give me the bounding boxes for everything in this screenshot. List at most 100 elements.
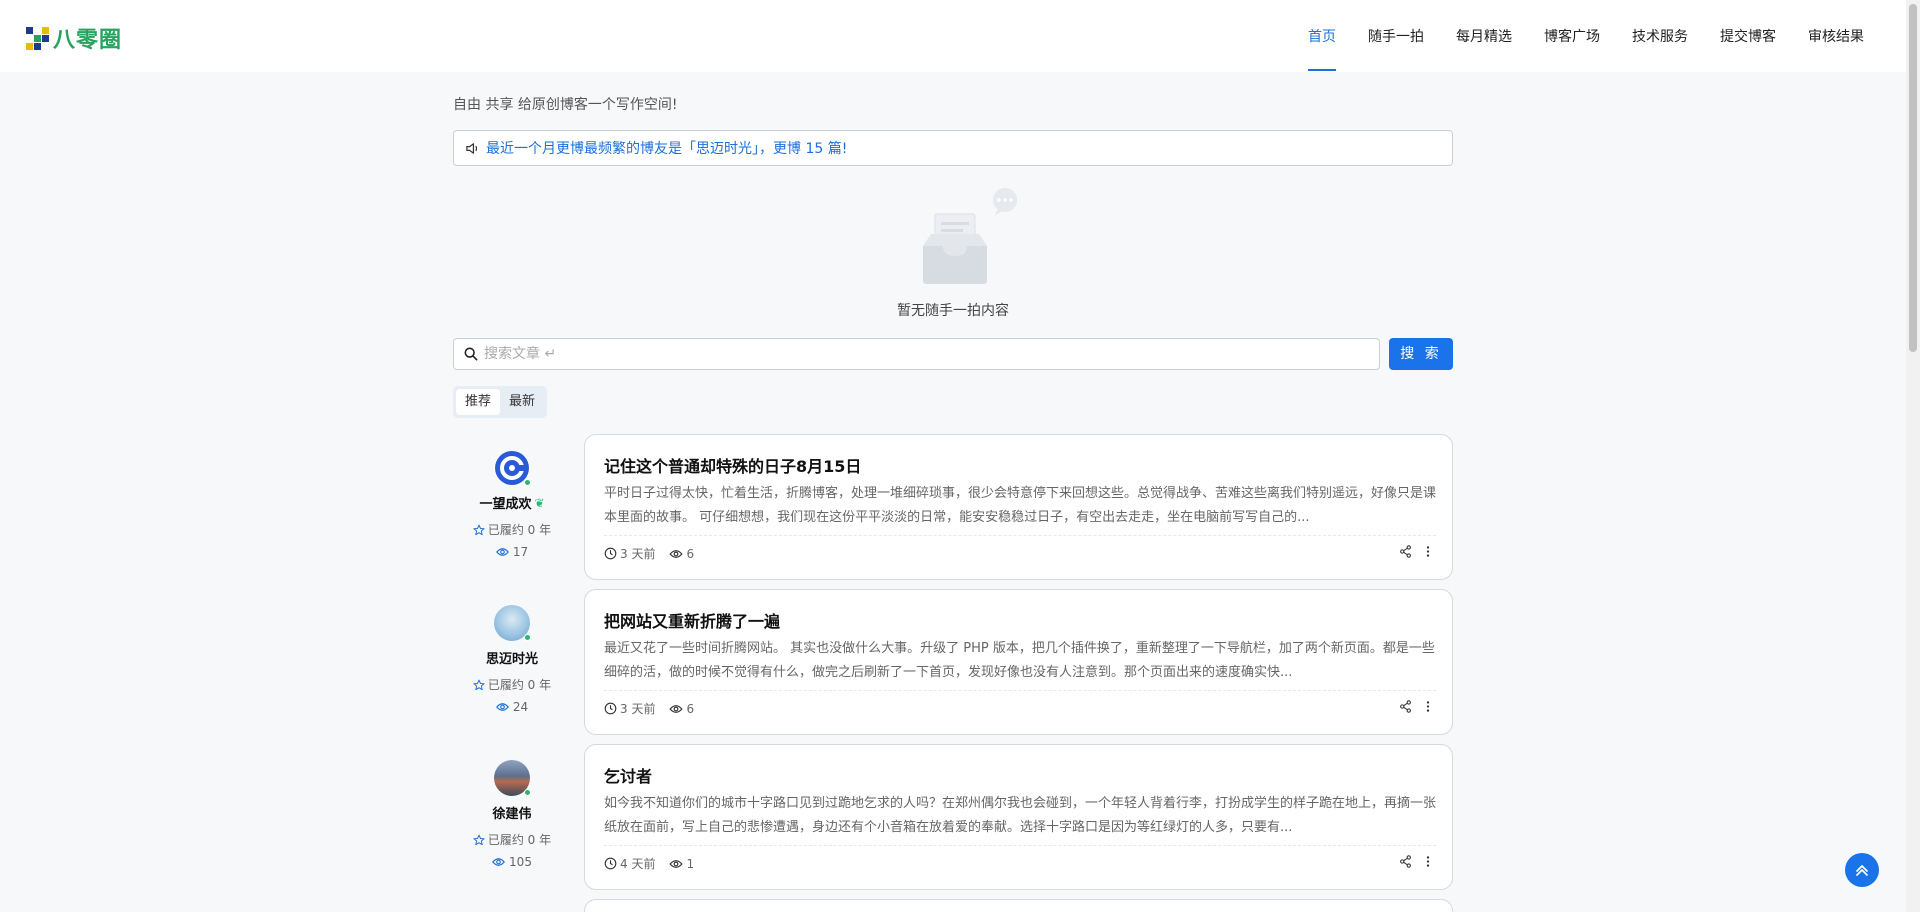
post-views: 6	[669, 702, 694, 716]
empty-state-text: 暂无随手一拍内容	[897, 303, 1009, 319]
author-name[interactable]: 思迈时光	[486, 648, 538, 667]
tenure-text: 已履约 0 年	[487, 523, 552, 537]
online-status-dot	[524, 634, 531, 641]
nav-monthly-picks[interactable]: 每月精选	[1456, 0, 1512, 72]
post-card[interactable]	[584, 899, 1453, 912]
clock-icon	[604, 547, 617, 560]
post-time: 4 天前	[604, 855, 655, 872]
post-excerpt: 平时日子过得太快，忙着生活，折腾博客，处理一堆细碎琐事，很少会特意停下来回想这些…	[604, 486, 1436, 525]
search-button[interactable]: 搜 索	[1389, 338, 1453, 370]
tab-recommended[interactable]: 推荐	[456, 389, 501, 415]
author-views-count: 17	[512, 545, 529, 559]
eye-icon	[492, 858, 505, 866]
avatar[interactable]	[494, 605, 531, 641]
more-options-icon[interactable]	[1422, 700, 1434, 713]
search-row: 搜 索	[453, 338, 1453, 370]
card-divider	[604, 535, 1436, 536]
eye-icon	[669, 704, 684, 713]
avatar[interactable]	[494, 450, 531, 486]
post-item: 徐建伟 已履约 0 年 105 乞讨者 如今我不知道你们的城市十字路口见到过跪地…	[453, 744, 1453, 890]
post-title[interactable]: 记住这个普通却特殊的日子8月15日	[604, 453, 861, 477]
clock-icon	[604, 857, 617, 870]
post-time-text: 3 天前	[620, 547, 656, 561]
author-tenure: 已履约 0 年	[453, 831, 571, 848]
eye-icon	[669, 859, 684, 868]
post-views-count: 1	[686, 856, 695, 871]
avatar[interactable]	[494, 760, 531, 796]
author-views-count: 105	[509, 855, 532, 869]
nav-review-results[interactable]: 审核结果	[1808, 0, 1864, 72]
search-icon	[464, 347, 478, 361]
post-meta: 3 天前 6	[604, 700, 708, 717]
author-tenure: 已履约 0 年	[453, 676, 571, 693]
post-card[interactable]: 记住这个普通却特殊的日子8月15日 平时日子过得太快，忙着生活，折腾博客，处理一…	[584, 434, 1453, 580]
online-status-dot	[524, 789, 531, 796]
nav-submit-blog[interactable]: 提交博客	[1720, 0, 1776, 72]
author-tenure: 已履约 0 年	[453, 521, 571, 538]
post-title[interactable]: 把网站又重新折腾了一遍	[604, 608, 780, 632]
star-icon	[473, 834, 485, 845]
announcement-bar[interactable]: 最近一个月更博最频繁的博友是「思迈时光」，更博 15 篇!	[453, 130, 1453, 166]
tenure-text: 已履约 0 年	[487, 678, 552, 692]
post-time: 3 天前	[604, 545, 655, 562]
share-icon[interactable]	[1399, 545, 1412, 558]
author-panel: 徐建伟 已履约 0 年 105	[453, 744, 571, 869]
post-meta: 3 天前 6	[604, 545, 708, 562]
top-header: 八零圈 首页 随手一拍 每月精选 博客广场 技术服务 提交博客 审核结果	[0, 0, 1906, 72]
share-icon[interactable]	[1399, 700, 1412, 713]
site-tagline: 自由 共享 给原创博客一个写作空间!	[453, 97, 678, 113]
scrollbar-thumb[interactable]	[1909, 4, 1917, 352]
arrow-up-icon	[1856, 865, 1868, 876]
logo-text: 八零圈	[53, 27, 123, 53]
author-views: 24	[453, 700, 571, 714]
sort-tabs: 推荐 最新	[453, 386, 548, 418]
post-item: 思迈时光 已履约 0 年 24 把网站又重新折腾了一遍 最近又花了一些时间折腾网…	[453, 589, 1453, 735]
empty-state: 暂无随手一拍内容	[453, 188, 1453, 319]
post-list: 一望成欢 ❦ 已履约 0 年 17 记住这个普通却特殊的日子8月15日 平时日子…	[453, 434, 1453, 912]
nav-tech-service[interactable]: 技术服务	[1632, 0, 1688, 72]
nav-home[interactable]: 首页	[1308, 0, 1336, 72]
more-options-icon[interactable]	[1422, 545, 1434, 558]
author-name[interactable]: 徐建伟	[492, 803, 531, 822]
post-excerpt: 最近又花了一些时间折腾网站。 其实也没做什么大事。升级了 PHP 版本，把几个插…	[604, 641, 1435, 680]
author-views: 17	[453, 545, 571, 559]
post-time-text: 3 天前	[620, 702, 656, 716]
empty-inbox-icon	[923, 188, 1017, 284]
author-name[interactable]: 一望成欢	[479, 493, 531, 512]
post-actions	[1389, 545, 1434, 558]
author-panel: 思迈时光 已履约 0 年 24	[453, 589, 571, 714]
author-name-row: 徐建伟	[453, 803, 571, 822]
post-actions	[1389, 855, 1434, 868]
share-icon[interactable]	[1399, 855, 1412, 868]
main-nav: 首页 随手一拍 每月精选 博客广场 技术服务 提交博客 审核结果	[1276, 0, 1864, 72]
post-card[interactable]: 把网站又重新折腾了一遍 最近又花了一些时间折腾网站。 其实也没做什么大事。升级了…	[584, 589, 1453, 735]
card-divider	[604, 845, 1436, 846]
post-card[interactable]: 乞讨者 如今我不知道你们的城市十字路口见到过跪地乞求的人吗？在郑州偶尔我也会碰到…	[584, 744, 1453, 890]
search-input[interactable]	[484, 346, 1379, 362]
site-logo[interactable]: 八零圈	[26, 22, 122, 54]
author-views: 105	[453, 855, 571, 869]
post-title[interactable]: 乞讨者	[604, 763, 652, 787]
speaker-icon	[466, 142, 478, 154]
more-options-icon[interactable]	[1422, 855, 1434, 868]
announcement-text: 最近一个月更博最频繁的博友是「思迈时光」，更博 15 篇!	[486, 141, 848, 157]
post-meta: 4 天前 1	[604, 855, 708, 872]
back-to-top-button[interactable]	[1845, 853, 1879, 887]
nav-blog-square[interactable]: 博客广场	[1544, 0, 1600, 72]
post-actions	[1389, 700, 1434, 713]
clock-icon	[604, 702, 617, 715]
author-name-row: 思迈时光	[453, 648, 571, 667]
nav-snapshots[interactable]: 随手一拍	[1368, 0, 1424, 72]
logo-mark-icon	[26, 26, 49, 50]
page-scrollbar[interactable]	[1906, 0, 1920, 912]
author-name-row: 一望成欢 ❦	[453, 493, 571, 513]
tab-latest[interactable]: 最新	[500, 389, 544, 415]
card-divider	[604, 690, 1436, 691]
post-time: 3 天前	[604, 700, 655, 717]
post-views-count: 6	[686, 701, 695, 716]
tenure-text: 已履约 0 年	[487, 833, 552, 847]
author-views-count: 24	[512, 700, 529, 714]
post-views: 6	[669, 547, 694, 561]
search-box[interactable]	[453, 338, 1380, 370]
post-excerpt: 如今我不知道你们的城市十字路口见到过跪地乞求的人吗？在郑州偶尔我也会碰到，一个年…	[604, 796, 1436, 835]
